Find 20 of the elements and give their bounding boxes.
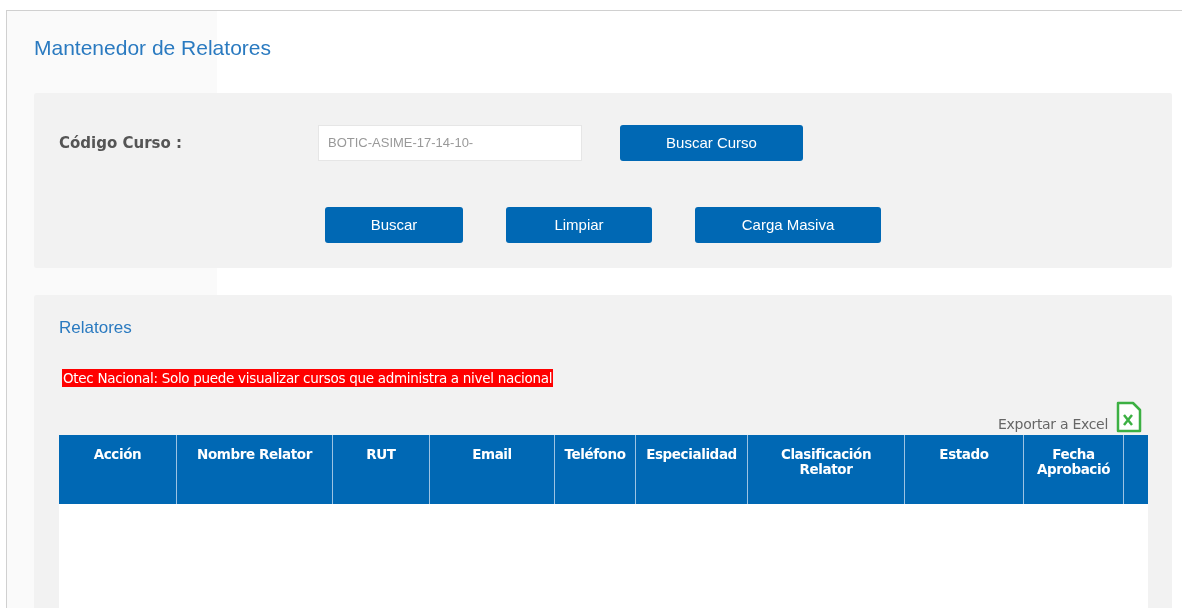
course-code-field[interactable]: BOTIC-ASIME-17-14-10-: [318, 125, 582, 161]
section-title: Relatores: [59, 317, 132, 339]
action-button[interactable]: Limpiar: [506, 207, 652, 243]
column-header: Teléfono: [555, 435, 636, 504]
field-label: Código Curso :: [59, 132, 183, 154]
search-course-button[interactable]: Buscar Curso: [620, 125, 803, 161]
page-title: Mantenedor de Relatores: [34, 35, 271, 61]
column-header: Acción: [59, 435, 177, 504]
column-header: RUT: [333, 435, 430, 504]
action-button[interactable]: Buscar: [325, 207, 463, 243]
column-header: Email: [430, 435, 555, 504]
column-header: Fecha Aprobació: [1024, 435, 1124, 504]
column-header: Clasificación Relator: [748, 435, 905, 504]
export-link[interactable]: Exportar a Excel: [998, 415, 1108, 433]
spreadsheet-icon[interactable]: [1116, 401, 1142, 433]
alert-message: Otec Nacional: Solo puede visualizar cursos que administra a nivel nacional: [62, 369, 554, 387]
column-header: Especialidad: [636, 435, 748, 504]
column-header: Nombre Relator: [177, 435, 333, 504]
column-header: Estado: [905, 435, 1024, 504]
action-button[interactable]: Carga Masiva: [695, 207, 881, 243]
